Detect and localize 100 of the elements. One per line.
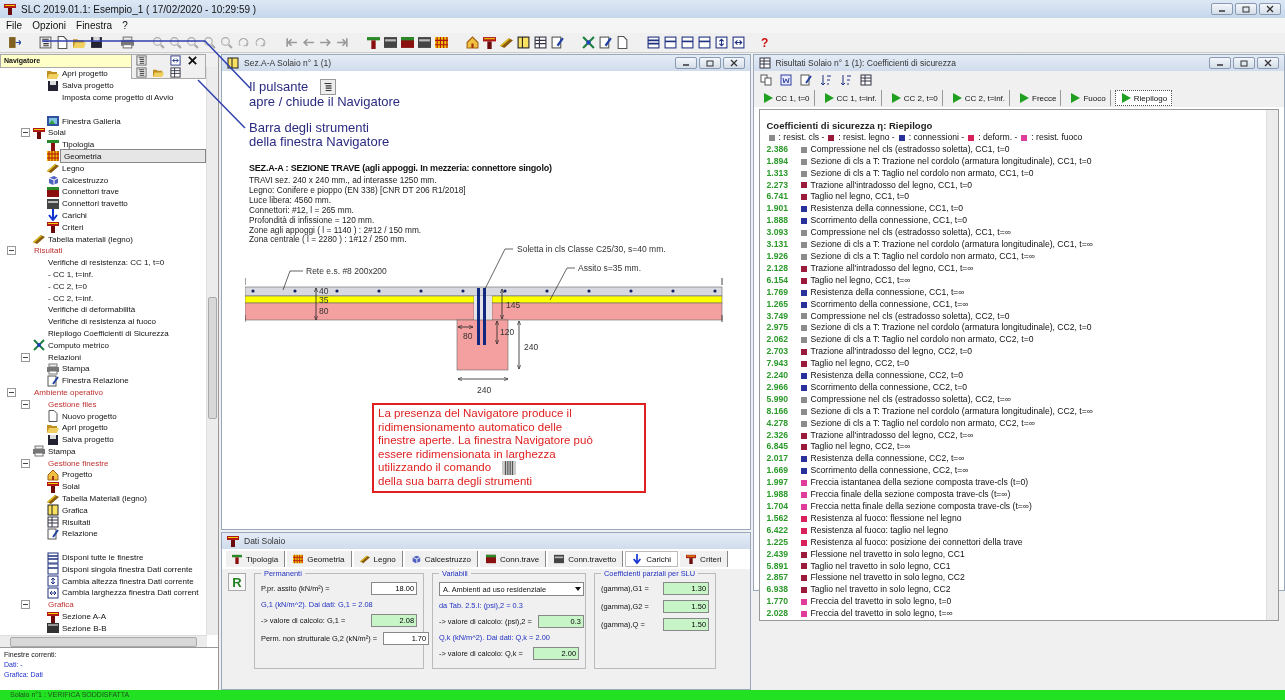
tree-item[interactable]: Finestra Relazione [60, 376, 131, 386]
document-pencil-icon[interactable] [599, 36, 612, 49]
help-button[interactable]: ? [761, 35, 769, 50]
collapse-toggle[interactable] [20, 128, 30, 138]
tree-item[interactable]: Grafica [46, 600, 76, 610]
minimize-button[interactable] [1209, 57, 1231, 69]
window-icon[interactable] [681, 36, 694, 49]
tab[interactable]: Carichi [625, 551, 679, 567]
tree-item[interactable]: Criteri [60, 222, 86, 232]
blank-page-icon[interactable] [616, 36, 629, 49]
tree-item[interactable]: Verifiche di deformabilità [46, 305, 138, 315]
tree-item[interactable]: Risultati [32, 246, 65, 256]
tab[interactable]: Geometria [287, 551, 352, 567]
tree-item[interactable]: Verifiche di resistenza al fuoco [46, 317, 159, 327]
tab[interactable]: Fuoco [1065, 90, 1111, 106]
tree-item[interactable]: Finestra Galleria [60, 116, 123, 126]
list-icon[interactable] [136, 55, 147, 66]
tree-item[interactable]: Connettori trave [60, 187, 121, 197]
menu-item[interactable]: ? [122, 20, 128, 31]
tree-item[interactable]: Cambia altezza finestra Dati corrente [60, 576, 196, 586]
copy-icon[interactable] [759, 74, 772, 86]
panel-icon[interactable] [418, 36, 431, 49]
tree-item[interactable]: Disponi singola finestra Dati corrente [60, 564, 195, 574]
list-icon[interactable] [39, 36, 52, 49]
document-pencil-icon[interactable] [551, 36, 564, 49]
grid-icon[interactable] [435, 36, 448, 49]
scrollbar[interactable] [1266, 110, 1278, 621]
collapse-toggle[interactable] [6, 246, 16, 256]
tree-item[interactable]: Tabella Materiali (legno) [60, 494, 149, 504]
table-icon[interactable] [170, 67, 181, 78]
tab[interactable]: CC 2, t=0 [885, 90, 943, 106]
printer-icon[interactable] [121, 36, 134, 49]
tree-item[interactable]: Cambia larghezza finestra Dati corrent [60, 588, 201, 598]
width-arrows-icon[interactable] [170, 55, 181, 66]
tab[interactable]: Conn.travetto [548, 551, 624, 567]
tab[interactable]: Calcestruzzo [404, 551, 479, 567]
tree-item[interactable]: Solai [60, 482, 82, 492]
collapse-toggle[interactable] [20, 399, 30, 409]
window-icon[interactable] [698, 36, 711, 49]
tree-item[interactable]: - CC 1, t=inf. [46, 269, 96, 279]
connector-block-icon[interactable] [401, 36, 414, 49]
tab[interactable]: Frecce [1014, 90, 1062, 106]
collapse-toggle[interactable] [20, 352, 30, 362]
tree-item[interactable]: Relazioni [46, 352, 83, 362]
scrollbar[interactable] [206, 67, 218, 635]
tree-item[interactable]: Salva progetto [60, 81, 116, 91]
open-folder-icon[interactable] [153, 67, 164, 78]
close-button[interactable] [1259, 3, 1281, 15]
close-button[interactable] [1257, 57, 1279, 69]
width-arrows-icon[interactable] [732, 36, 745, 49]
tree-item[interactable]: Apri progetto [60, 423, 110, 433]
tree-item[interactable]: Ambiente operativo [32, 387, 105, 397]
table-icon[interactable] [534, 36, 547, 49]
tree-item[interactable]: Disponi tutte le finestre [60, 553, 146, 563]
collapse-toggle[interactable] [6, 387, 16, 397]
tree-item[interactable]: Gestione files [46, 399, 99, 409]
tree-item[interactable]: Stampa [46, 446, 78, 456]
t-beam-icon[interactable] [483, 36, 496, 49]
scrollbar[interactable] [0, 635, 207, 647]
tree-item[interactable]: Calcestruzzo [60, 175, 111, 185]
tree-item[interactable]: Grafica [60, 505, 90, 515]
magnifier-icon[interactable] [203, 36, 216, 49]
menu-item[interactable]: Finestra [76, 20, 113, 31]
table-icon[interactable] [859, 74, 872, 86]
window-frame-icon[interactable] [517, 36, 530, 49]
tree-item[interactable]: Computo metrico [46, 340, 111, 350]
tree-item[interactable]: Carichi [60, 210, 89, 220]
window-icon[interactable] [664, 36, 677, 49]
collapse-toggle[interactable] [20, 458, 30, 468]
close-button[interactable] [722, 57, 745, 69]
tab[interactable]: Criteri [680, 551, 729, 567]
document-icon[interactable] [779, 74, 792, 86]
magnifier-icon[interactable] [152, 36, 165, 49]
stacked-windows-icon[interactable] [647, 36, 660, 49]
menu-item[interactable]: Opzioni [32, 20, 67, 31]
magnifier-icon[interactable] [169, 36, 182, 49]
tree-item[interactable]: Sezione A-A [60, 612, 109, 622]
minimize-button[interactable] [1211, 3, 1233, 15]
tree-item[interactable]: Imposta come progetto di Avvio [60, 93, 176, 102]
blank-page-icon[interactable] [56, 36, 69, 49]
list-icon[interactable] [136, 67, 147, 78]
tab[interactable]: Legno [353, 551, 403, 567]
tree-item[interactable]: Verifiche di resistenza: CC 1, t=0 [46, 258, 167, 268]
document-pencil-icon[interactable] [799, 74, 812, 86]
tree-item[interactable]: - CC 2, t=0 [46, 281, 89, 291]
tree-item[interactable]: - CC 2, t=inf. [46, 293, 96, 303]
collapse-toggle[interactable] [20, 600, 30, 610]
tab[interactable]: Tipologia [226, 551, 286, 567]
magnifier-icon[interactable] [186, 36, 199, 49]
wood-plank-icon[interactable] [500, 36, 513, 49]
tree-item[interactable]: Tabella materiali (legno) [46, 234, 135, 244]
minimize-button[interactable] [674, 57, 697, 69]
tree-item[interactable]: Nuovo progetto [60, 411, 119, 421]
menu-item[interactable]: File [6, 20, 23, 31]
tree-item[interactable]: Progetto [60, 470, 95, 480]
close-icon[interactable] [187, 55, 198, 66]
tree-item[interactable]: Connettori travetto [60, 199, 130, 209]
tree-item[interactable]: Tipologia [60, 140, 97, 150]
tree-item[interactable]: Geometria [60, 149, 206, 164]
sort-icon[interactable] [839, 74, 852, 86]
